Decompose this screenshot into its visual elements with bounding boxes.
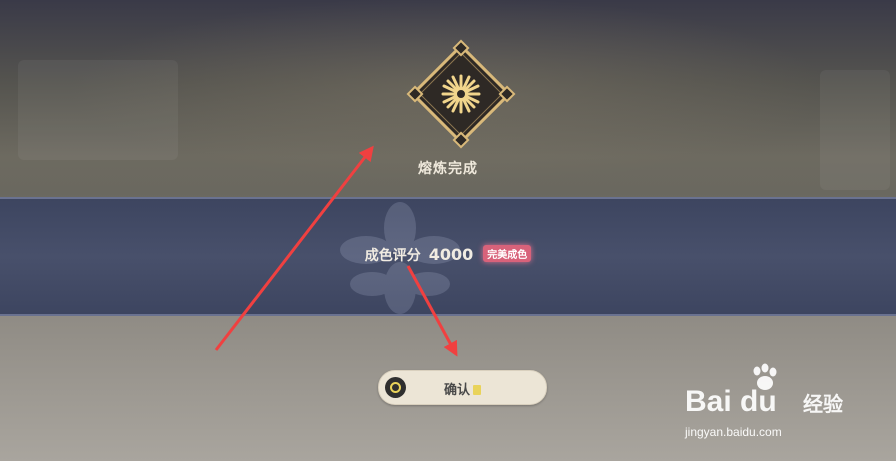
- background-blur-left: [18, 60, 178, 160]
- smelting-emblem-icon: [406, 39, 516, 149]
- score-value: 4000: [428, 245, 474, 264]
- confirm-label-wrap: 确认: [379, 379, 546, 398]
- watermark-logo: Bai du: [685, 385, 777, 418]
- confirm-button[interactable]: 确认: [378, 370, 547, 405]
- score-label: 成色评分: [364, 248, 421, 264]
- confirm-label: 确认: [443, 383, 470, 398]
- baidu-watermark: Bai du 经验 jingyan.baidu.com: [685, 363, 850, 453]
- watermark-cn: 经验: [803, 392, 843, 416]
- quality-badge: 完美成色: [483, 245, 532, 262]
- key-prompt-icon: [473, 385, 481, 395]
- watermark-url: jingyan.baidu.com: [685, 425, 782, 439]
- score-row: 成色评分 4000 完美成色: [0, 245, 896, 265]
- result-title: 熔炼完成: [418, 161, 478, 177]
